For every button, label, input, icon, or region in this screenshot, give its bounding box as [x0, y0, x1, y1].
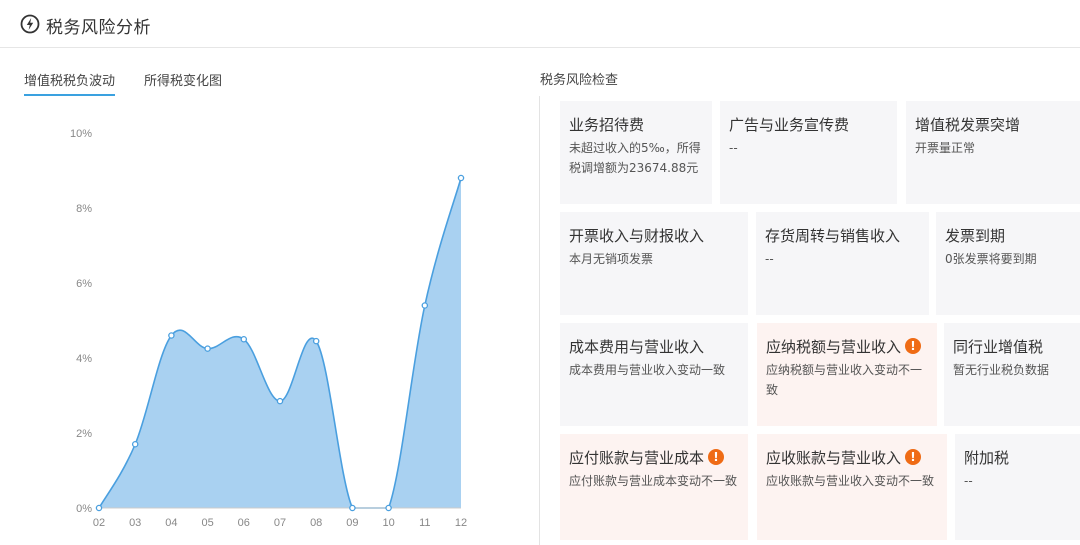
y-tick-label: 8% [76, 203, 92, 215]
data-point-08 [312, 337, 320, 345]
x-tick-label: 11 [419, 517, 430, 529]
data-point-09 [349, 504, 356, 512]
risk-card-title-text: 成本费用与营业收入 [569, 338, 705, 356]
x-tick-label: 07 [274, 517, 286, 529]
page-header: 税务风险分析 [0, 0, 1080, 48]
tab-income-tax[interactable]: 所得税变化图 [144, 70, 222, 89]
chart-svg: 02 03 04 05 06 07 08 09 10 11 12 0% 2% 4% 6% 8% 10% [70, 128, 467, 529]
risk-card-title: 发票到期 [945, 226, 1080, 246]
x-tick-label: 04 [165, 517, 177, 529]
y-tick-label: 4% [76, 353, 92, 365]
y-tick-label: 0% [76, 503, 92, 515]
data-point-02 [95, 504, 103, 512]
y-tick-label: 10% [70, 128, 92, 140]
risk-card-desc: 本月无销项发票 [569, 252, 654, 266]
risk-card-title-text: 增值税发票突增 [915, 116, 1021, 134]
risk-card-payables-vs-cost[interactable]: 应付账款与营业成本! 应付账款与营业成本变动不一致 [560, 434, 748, 540]
risk-card-title-text: 应付账款与营业成本 [569, 449, 705, 467]
risk-card-title-text: 业务招待费 [569, 116, 645, 134]
risk-card-title: 应收账款与营业收入! [766, 448, 947, 468]
page-title: 税务风险分析 [46, 18, 151, 38]
chart-area [99, 178, 461, 508]
risk-card-title: 业务招待费 [569, 115, 712, 135]
risk-card-title-text: 附加税 [964, 449, 1010, 467]
risk-card-desc: 应纳税额与营业收入变动不一致 [766, 363, 923, 397]
data-point-12 [457, 174, 465, 182]
risk-card-entertainment-expense[interactable]: 业务招待费未超过收入的5‰，所得税调增额为23674.88元 [560, 101, 712, 204]
data-point-10 [385, 504, 392, 512]
risk-card-desc: 应收账款与营业收入变动不一致 [766, 474, 935, 488]
data-point-05 [204, 345, 211, 352]
risk-card-invoice-vs-report-income[interactable]: 开票收入与财报收入本月无销项发票 [560, 212, 748, 315]
risk-card-desc: 暂无行业税负数据 [953, 363, 1050, 377]
risk-card-title-text: 同行业增值税 [953, 338, 1044, 356]
risk-card-title-text: 开票收入与财报收入 [569, 227, 705, 245]
data-point-03 [131, 440, 139, 448]
risk-card-title-text: 存货周转与销售收入 [765, 227, 901, 245]
x-tick-label: 06 [238, 517, 250, 529]
risk-card-vat-invoice-surge[interactable]: 增值税发票突增开票量正常 [906, 101, 1080, 204]
risk-card-surtax[interactable]: 附加税 -- [955, 434, 1080, 540]
risk-card-invoice-expiry[interactable]: 发票到期 0张发票将要到期 [936, 212, 1080, 315]
risk-card-desc: 应付账款与营业成本变动不一致 [569, 474, 738, 488]
risk-card-desc: -- [729, 141, 738, 155]
risk-card-title-text: 应纳税额与营业收入 [766, 338, 902, 356]
x-tick-label: 08 [310, 517, 322, 529]
y-tick-label: 2% [76, 428, 92, 440]
risk-card-title: 应付账款与营业成本! [569, 448, 748, 468]
x-tick-label: 09 [346, 517, 358, 529]
risk-card-desc: 0张发票将要到期 [945, 252, 1037, 266]
risk-card-title: 附加税 [964, 448, 1080, 468]
lightning-circle-icon [20, 14, 40, 34]
section-divider [539, 96, 540, 545]
x-tick-label: 03 [129, 517, 141, 529]
risk-card-title: 广告与业务宣传费 [729, 115, 897, 135]
data-point-11 [421, 302, 429, 309]
risk-card-title: 存货周转与销售收入 [765, 226, 929, 246]
risk-card-title-text: 发票到期 [945, 227, 1006, 245]
risk-card-tax-payable-vs-revenue[interactable]: 应纳税额与营业收入! 应纳税额与营业收入变动不一致 [757, 323, 937, 426]
warning-icon: ! [708, 449, 725, 465]
data-point-06 [240, 335, 248, 343]
risk-card-desc: 开票量正常 [915, 141, 976, 155]
x-tick-label: 12 [455, 517, 467, 529]
risk-card-desc: -- [964, 474, 973, 488]
risk-card-title: 同行业增值税 [953, 337, 1080, 357]
risk-card-title: 开票收入与财报收入 [569, 226, 748, 246]
risk-card-advertising-expense[interactable]: 广告与业务宣传费 -- [720, 101, 897, 204]
risk-card-desc: -- [765, 252, 774, 266]
risk-card-desc: 未超过收入的5‰，所得税调增额为23674.88元 [569, 141, 701, 175]
risk-section-title: 税务风险检查 [540, 73, 619, 88]
risk-card-receivables-vs-revenue[interactable]: 应收账款与营业收入! 应收账款与营业收入变动不一致 [757, 434, 947, 540]
risk-card-title: 应纳税额与营业收入! [766, 337, 937, 357]
risk-card-title: 增值税发票突增 [915, 115, 1080, 135]
y-tick-label: 6% [76, 278, 92, 290]
risk-card-cost-vs-revenue[interactable]: 成本费用与营业收入成本费用与营业收入变动一致 [560, 323, 748, 426]
risk-card-title: 成本费用与营业收入 [569, 337, 748, 357]
risk-card-desc: 成本费用与营业收入变动一致 [569, 363, 726, 377]
tab-vat-burden[interactable]: 增值税税负波动 [24, 70, 116, 96]
warning-icon: ! [905, 338, 922, 354]
risk-card-inventory-vs-sales[interactable]: 存货周转与销售收入 -- [756, 212, 929, 315]
vat-burden-chart: 02 03 04 05 06 07 08 09 10 11 12 0% 2% 4% 6% 8% 10% [0, 110, 520, 545]
data-point-04 [168, 332, 175, 339]
x-tick-label: 05 [201, 517, 213, 529]
risk-card-title-text: 应收账款与营业收入 [766, 449, 902, 467]
risk-card-industry-vat[interactable]: 同行业增值税暂无行业税负数据 [944, 323, 1080, 426]
warning-icon: ! [905, 449, 922, 465]
data-point-07 [276, 397, 284, 405]
x-tick-label: 02 [93, 517, 105, 529]
x-tick-label: 10 [382, 517, 394, 529]
risk-card-title-text: 广告与业务宣传费 [729, 116, 850, 134]
